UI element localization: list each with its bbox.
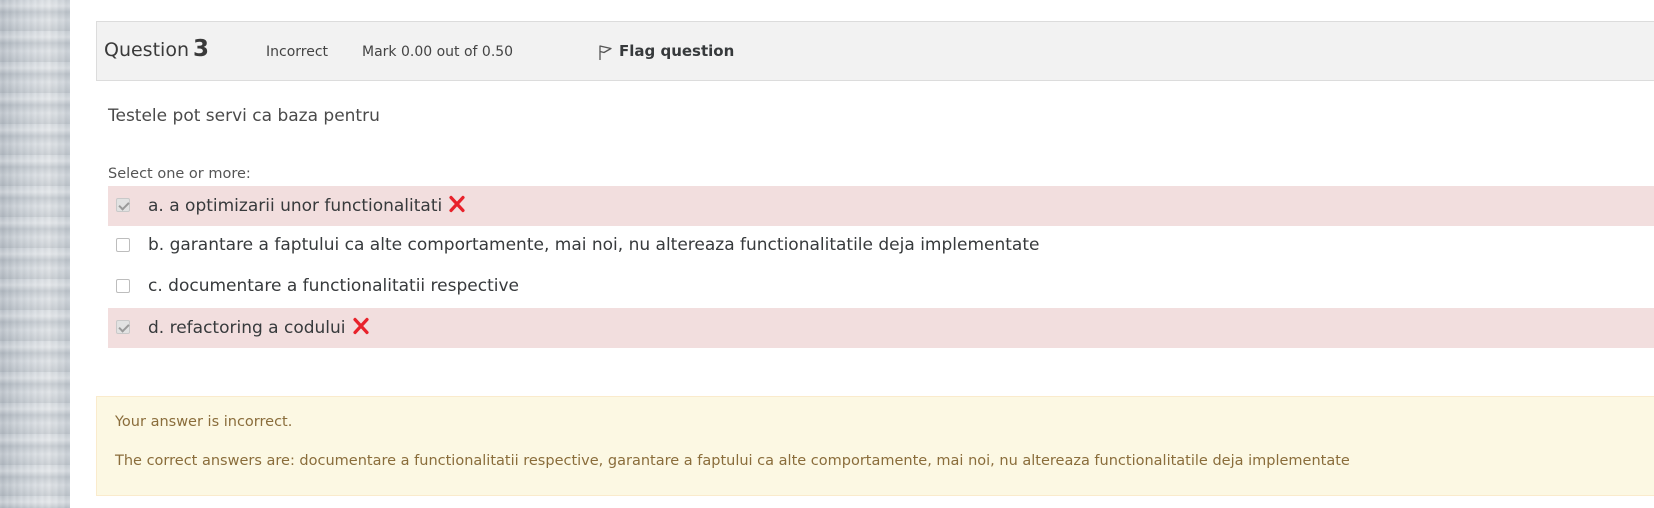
- question-number-value: 3: [192, 36, 209, 62]
- flag-question-link[interactable]: Flag question: [597, 42, 734, 61]
- question-info-header: Question 3 Incorrect Mark 0.00 out of 0.5…: [96, 21, 1654, 81]
- incorrect-x-icon: [352, 317, 369, 335]
- answer-checkbox-d[interactable]: [116, 320, 130, 334]
- flag-question-label: Flag question: [619, 42, 735, 60]
- answer-option-b[interactable]: b. garantare a faptului ca alte comporta…: [108, 226, 1654, 266]
- feedback-panel: Your answer is incorrect. The correct an…: [96, 396, 1654, 496]
- answer-label-b: b. garantare a faptului ca alte comporta…: [148, 235, 1040, 255]
- answer-checkbox-a[interactable]: [116, 198, 130, 212]
- right-answer-feedback: The correct answers are: documentare a f…: [115, 453, 1350, 469]
- question-number: Question 3: [104, 36, 209, 62]
- question-text: Testele pot servi ca baza pentru: [108, 106, 380, 126]
- incorrect-x-icon: [449, 195, 465, 213]
- answer-label-c: c. documentare a functionalitatii respec…: [148, 276, 519, 296]
- answer-option-d[interactable]: d. refactoring a codului: [108, 308, 1654, 348]
- answer-prompt: Select one or more:: [108, 166, 251, 182]
- answer-checkbox-c[interactable]: [116, 279, 130, 293]
- question-label: Question: [104, 39, 189, 61]
- answer-label-a: a. a optimizarii unor functionalitati: [148, 195, 466, 216]
- answer-option-a[interactable]: a. a optimizarii unor functionalitati: [108, 186, 1654, 226]
- general-feedback: Your answer is incorrect.: [115, 414, 293, 430]
- answer-option-c[interactable]: c. documentare a functionalitatii respec…: [108, 267, 1654, 307]
- answer-label-d: d. refactoring a codului: [148, 317, 370, 338]
- background-wood-panel: [0, 0, 70, 508]
- flag-icon: [599, 45, 612, 60]
- answer-checkbox-b[interactable]: [116, 238, 130, 252]
- question-state: Incorrect: [266, 44, 329, 60]
- question-grade: Mark 0.00 out of 0.50: [362, 44, 514, 60]
